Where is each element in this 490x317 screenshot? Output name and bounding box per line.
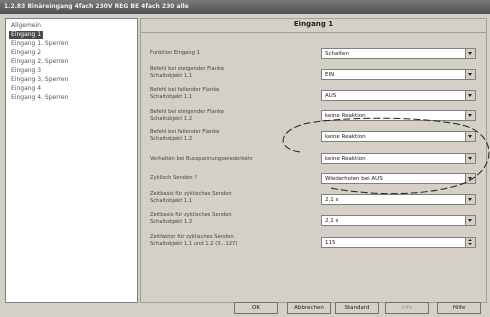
parameter-dialog: 1.2.83 Binäreingang 4fach 230V REG BE 4f… bbox=[0, 0, 490, 317]
annotation-ellipse bbox=[282, 117, 490, 195]
